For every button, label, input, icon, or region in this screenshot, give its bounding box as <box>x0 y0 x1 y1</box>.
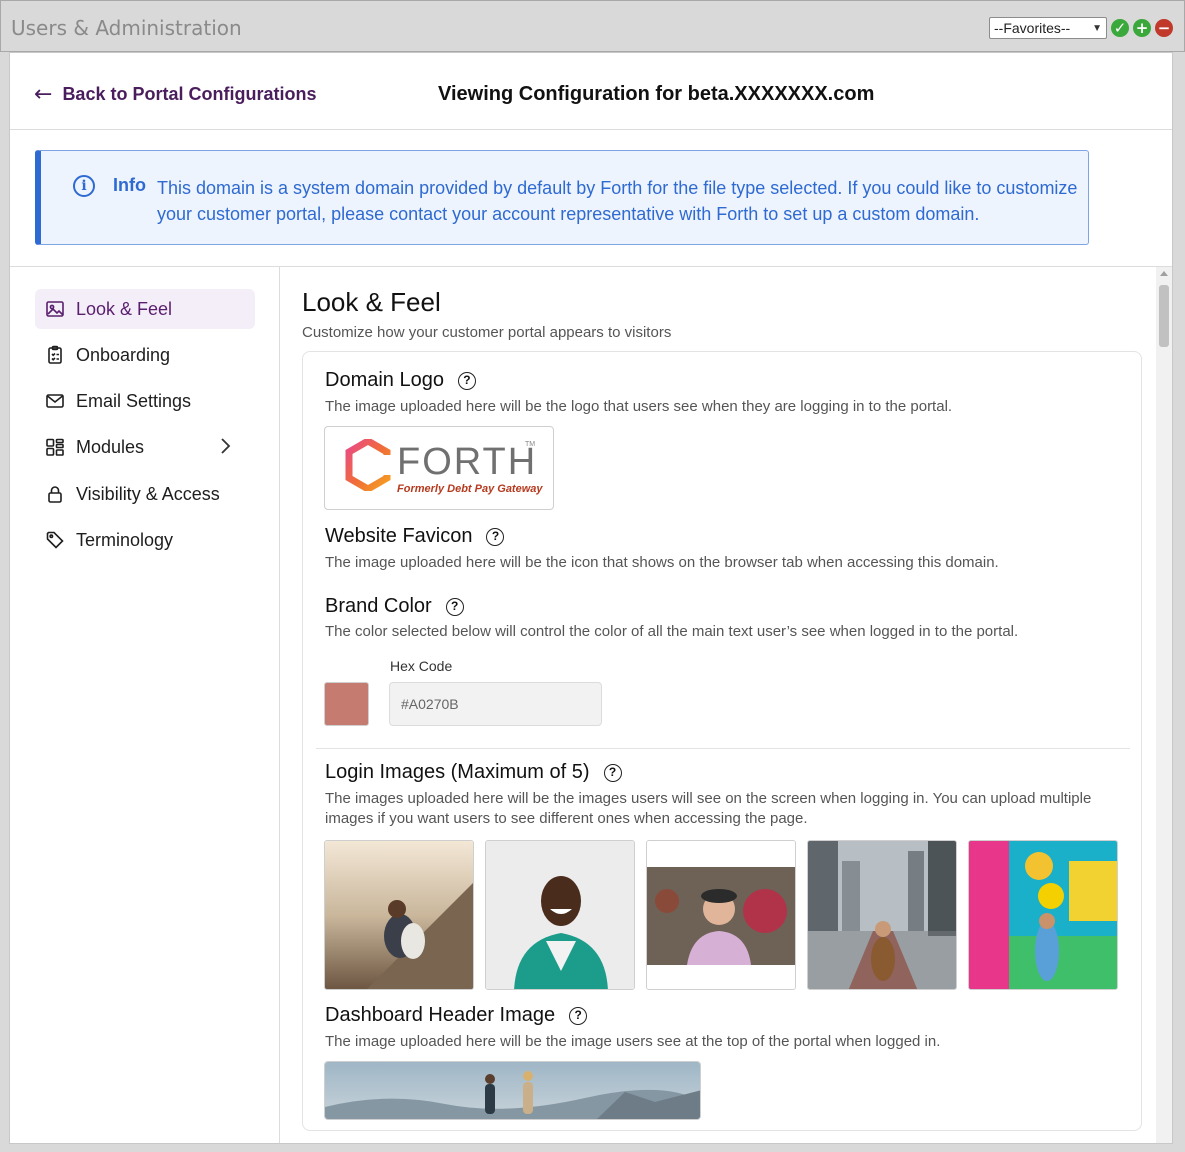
sidebar-item-visibility-and-access[interactable]: Visibility & Access <box>35 474 255 514</box>
section-heading: Look & Feel <box>302 287 441 317</box>
login-image-1[interactable] <box>324 840 474 990</box>
forth-logo-mark <box>345 439 391 491</box>
scroll-up-arrow-icon[interactable] <box>1160 271 1168 276</box>
dashboard-header-image[interactable] <box>324 1061 701 1120</box>
sidebar-item-label: Look & Feel <box>76 298 173 319</box>
main-panel: ← Back to Portal Configurations Viewing … <box>9 52 1173 1144</box>
section-subtitle: Customize how your customer portal appea… <box>302 324 672 341</box>
sidebar-item-onboarding[interactable]: Onboarding <box>35 335 255 375</box>
card-divider <box>316 748 1130 749</box>
app-title: Users & Administration <box>11 16 242 40</box>
tag-icon <box>46 531 64 549</box>
smiling-man-photo <box>486 841 634 989</box>
lock-icon <box>48 486 62 503</box>
app-title-bar: Users & Administration --Favorites-- ▼ ✓… <box>0 0 1185 52</box>
brand-color-title: Brand Color ? <box>325 595 464 618</box>
login-images-title: Login Images (Maximum of 5) ? <box>325 761 622 784</box>
login-image-4[interactable] <box>807 840 957 990</box>
help-icon[interactable]: ? <box>603 763 622 782</box>
woman-in-city-street-photo <box>808 841 956 989</box>
chevron-right-icon <box>221 438 231 454</box>
info-banner: i Info This domain is a system domain pr… <box>35 150 1089 245</box>
sidebar-item-label: Email Settings <box>76 390 192 411</box>
domain-logo-title: Domain Logo ? <box>325 369 476 392</box>
add-favorite-icon[interactable]: + <box>1133 19 1151 37</box>
scrollbar-thumb[interactable] <box>1159 285 1169 347</box>
sidebar-item-terminology[interactable]: Terminology <box>35 520 255 560</box>
website-favicon-description: The image uploaded here will be the icon… <box>325 554 999 571</box>
page-title: Viewing Configuration for beta.XXXXXXX.c… <box>438 83 875 105</box>
website-favicon-title: Website Favicon ? <box>325 525 505 548</box>
login-image-3[interactable] <box>646 840 796 990</box>
logo-tagline: Formerly Debt Pay Gateway <box>397 483 543 495</box>
look-and-feel-content: Look & Feel Customize how your customer … <box>281 267 1172 1143</box>
sidebar-item-label: Terminology <box>76 529 174 550</box>
sidebar-item-label: Visibility & Access <box>76 483 220 504</box>
favorites-select-value: --Favorites-- <box>994 20 1071 36</box>
sidebar: Look & Feel Onboarding Email Settings Mo… <box>10 267 280 1143</box>
sidebar-item-modules[interactable]: Modules <box>35 427 255 467</box>
domain-logo-description: The image uploaded here will be the logo… <box>325 398 953 415</box>
sidebar-item-label: Onboarding <box>76 344 171 365</box>
sidebar-item-email-settings[interactable]: Email Settings <box>35 381 255 421</box>
dashboard-header-image-title: Dashboard Header Image ? <box>325 1004 588 1027</box>
help-icon[interactable]: ? <box>569 1006 588 1025</box>
image-icon <box>46 301 64 317</box>
couple-on-dock-photo <box>325 841 473 989</box>
login-images-description: The images uploaded here will be the ima… <box>325 790 1092 827</box>
favorites-select[interactable]: --Favorites-- ▼ <box>989 17 1107 39</box>
domain-logo-upload[interactable]: FORTH TM Formerly Debt Pay Gateway <box>324 426 554 510</box>
checkmark-icon[interactable]: ✓ <box>1111 19 1129 37</box>
couple-holding-hands-photo <box>325 1062 700 1119</box>
sidebar-item-label: Modules <box>76 436 145 457</box>
login-image-5[interactable] <box>968 840 1118 990</box>
help-icon[interactable]: ? <box>457 371 476 390</box>
remove-favorite-icon[interactable]: − <box>1155 19 1173 37</box>
config-header: ← Back to Portal Configurations Viewing … <box>10 53 1172 130</box>
hex-code-label: Hex Code <box>390 658 453 674</box>
sidebar-item-look-and-feel[interactable]: Look & Feel <box>35 289 255 329</box>
logo-wordmark: FORTH <box>397 441 538 483</box>
grid-icon <box>46 438 64 456</box>
look-and-feel-card: Domain Logo ? The image uploaded here wi… <box>302 351 1142 1131</box>
clipboard-icon <box>48 345 62 364</box>
brand-color-description: The color selected below will control th… <box>325 623 1019 640</box>
info-label: Info <box>113 175 146 195</box>
arrow-left-icon: ← <box>34 82 53 107</box>
help-icon[interactable]: ? <box>445 597 464 616</box>
back-to-portal-configurations-link[interactable]: ← Back to Portal Configurations <box>34 82 316 107</box>
info-icon: i <box>73 175 95 197</box>
dashboard-header-image-description: The image uploaded here will be the imag… <box>325 1033 941 1050</box>
envelope-icon <box>46 394 64 408</box>
login-image-2[interactable] <box>485 840 635 990</box>
logo-trademark: TM <box>525 441 536 448</box>
back-link-label: Back to Portal Configurations <box>62 84 317 104</box>
info-text: This domain is a system domain provided … <box>157 178 1078 224</box>
colorful-wall-balloons-photo <box>969 841 1117 989</box>
older-woman-laughing-photo <box>647 841 795 989</box>
content-scrollbar[interactable] <box>1156 267 1172 1143</box>
help-icon[interactable]: ? <box>486 527 505 546</box>
brand-color-swatch[interactable] <box>324 682 369 726</box>
hex-code-input[interactable]: #A0270B <box>389 682 602 726</box>
chevron-down-icon: ▼ <box>1092 22 1102 34</box>
